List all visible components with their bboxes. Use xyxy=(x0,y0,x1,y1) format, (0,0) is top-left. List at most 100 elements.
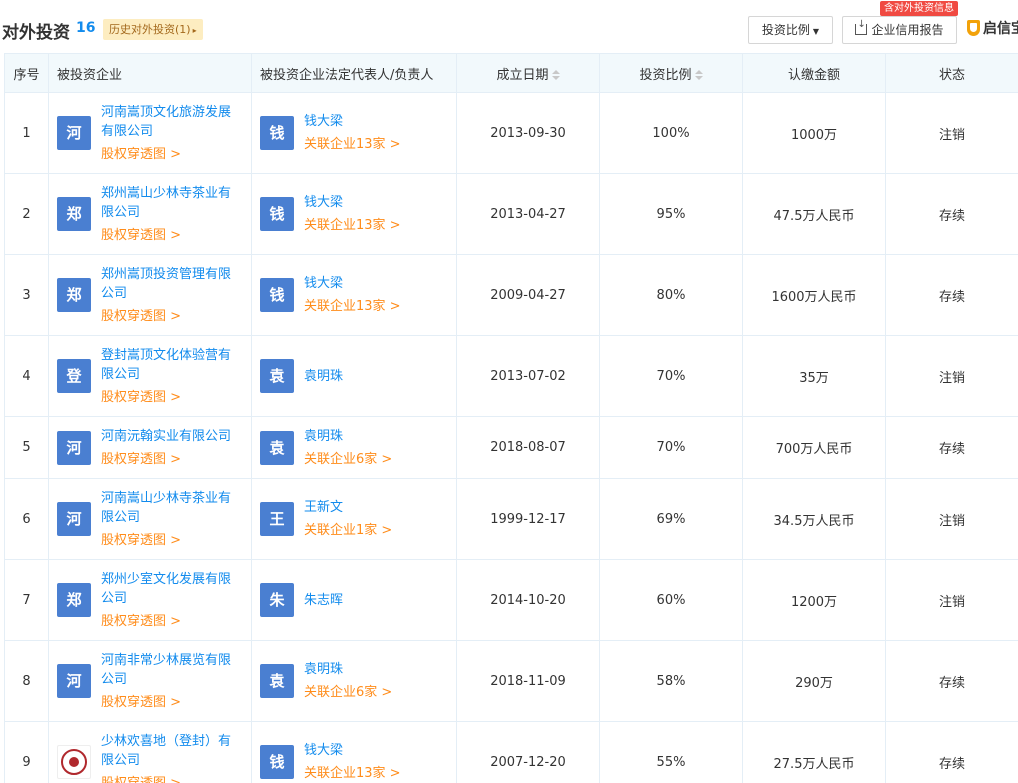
report-badge: 含对外投资信息 xyxy=(880,1,958,16)
row-index: 3 xyxy=(4,254,49,336)
chevron-right-icon: ▸ xyxy=(192,26,197,35)
investment-ratio: 80% xyxy=(599,254,743,336)
person-name-link[interactable]: 钱大梁 xyxy=(304,112,401,131)
person-name-link[interactable]: 袁明珠 xyxy=(304,427,392,446)
subscribed-amount: 290万 xyxy=(742,640,886,722)
equity-chart-link[interactable]: 股权穿透图 > xyxy=(101,450,243,469)
company-name-link[interactable]: 河南嵩顶文化旅游发展有限公司 xyxy=(101,103,243,141)
status-text: 存续 xyxy=(885,721,1018,783)
ratio-sort-dropdown[interactable]: 投资比例 ▼ xyxy=(748,16,833,44)
company-name-link[interactable]: 登封嵩顶文化体验营有限公司 xyxy=(101,346,243,384)
history-investment-tag[interactable]: 历史对外投资(1) ▸ xyxy=(103,19,203,40)
col-ratio-label: 投资比例 xyxy=(639,67,692,83)
col-ratio[interactable]: 投资比例 xyxy=(599,53,743,93)
investment-ratio: 60% xyxy=(599,559,743,641)
qixin-logo[interactable]: 启信宝 xyxy=(967,18,1018,40)
representative-cell: 钱 钱大梁 关联企业13家 > xyxy=(251,721,457,783)
status-text: 注销 xyxy=(885,335,1018,417)
company-logo: 登 xyxy=(57,359,91,393)
subscribed-amount: 1000万 xyxy=(742,92,886,174)
person-avatar: 袁 xyxy=(260,359,294,393)
company-cell: 郑 郑州嵩山少林寺茶业有限公司 股权穿透图 > xyxy=(48,173,252,255)
equity-chart-link[interactable]: 股权穿透图 > xyxy=(101,226,243,245)
credit-report-button[interactable]: 企业信用报告 xyxy=(842,16,957,44)
person-avatar: 钱 xyxy=(260,116,294,150)
equity-chart-link[interactable]: 股权穿透图 > xyxy=(101,693,243,712)
company-name-link[interactable]: 河南沅翰实业有限公司 xyxy=(101,427,243,446)
subscribed-amount: 1600万人民币 xyxy=(742,254,886,336)
equity-chart-link[interactable]: 股权穿透图 > xyxy=(101,307,243,326)
founded-date: 2018-11-09 xyxy=(456,640,600,722)
company-logo: 郑 xyxy=(57,278,91,312)
person-name-link[interactable]: 钱大梁 xyxy=(304,193,401,212)
related-companies-link[interactable]: 关联企业13家 > xyxy=(304,764,401,783)
equity-chart-link[interactable]: 股权穿透图 > xyxy=(101,774,243,783)
row-index: 9 xyxy=(4,721,49,783)
company-name-link[interactable]: 河南嵩山少林寺茶业有限公司 xyxy=(101,489,243,527)
investment-ratio: 100% xyxy=(599,92,743,174)
company-logo: 河 xyxy=(57,430,91,465)
representative-cell: 钱 钱大梁 关联企业13家 > xyxy=(251,173,457,255)
col-amount: 认缴金额 xyxy=(742,53,886,93)
person-avatar: 袁 xyxy=(260,430,294,465)
related-companies-link[interactable]: 关联企业1家 > xyxy=(304,521,392,540)
history-tag-label: 历史对外投资(1) xyxy=(109,23,191,36)
person-name-link[interactable]: 朱志晖 xyxy=(304,591,343,610)
person-avatar: 钱 xyxy=(260,197,294,231)
status-text: 注销 xyxy=(885,478,1018,560)
section-header: 对外投资 16 历史对外投资(1)▸ 投资比例▼ 企业信用报告 含对外投资信息 … xyxy=(0,0,1018,56)
founded-date: 2013-07-02 xyxy=(456,335,600,417)
row-index: 5 xyxy=(4,416,49,479)
col-date[interactable]: 成立日期 xyxy=(456,53,600,93)
seal-icon xyxy=(61,749,87,775)
col-company: 被投资企业 xyxy=(48,53,252,93)
related-companies-link[interactable]: 关联企业6家 > xyxy=(304,450,392,469)
company-cell: 河 河南嵩顶文化旅游发展有限公司 股权穿透图 > xyxy=(48,92,252,174)
equity-chart-link[interactable]: 股权穿透图 > xyxy=(101,145,243,164)
related-companies-link[interactable]: 关联企业13家 > xyxy=(304,216,401,235)
investment-ratio: 55% xyxy=(599,721,743,783)
equity-chart-link[interactable]: 股权穿透图 > xyxy=(101,531,243,550)
related-companies-link[interactable]: 关联企业6家 > xyxy=(304,683,392,702)
equity-chart-link[interactable]: 股权穿透图 > xyxy=(101,612,243,631)
representative-cell: 钱 钱大梁 关联企业13家 > xyxy=(251,254,457,336)
company-name-link[interactable]: 郑州嵩顶投资管理有限公司 xyxy=(101,265,243,303)
representative-cell: 袁 袁明珠 xyxy=(251,335,457,417)
company-cell: 少林欢喜地（登封）有限公司 股权穿透图 > xyxy=(48,721,252,783)
investment-ratio: 69% xyxy=(599,478,743,560)
company-name-link[interactable]: 郑州少室文化发展有限公司 xyxy=(101,570,243,608)
qixin-label: 启信宝 xyxy=(983,21,1018,37)
table-row: 6 河 河南嵩山少林寺茶业有限公司 股权穿透图 > 王 王新文 关联企业1家 >… xyxy=(4,478,1018,560)
founded-date: 2009-04-27 xyxy=(456,254,600,336)
equity-chart-link[interactable]: 股权穿透图 > xyxy=(101,388,243,407)
table-row: 2 郑 郑州嵩山少林寺茶业有限公司 股权穿透图 > 钱 钱大梁 关联企业13家 … xyxy=(4,173,1018,255)
person-name-link[interactable]: 钱大梁 xyxy=(304,741,401,760)
person-name-link[interactable]: 钱大梁 xyxy=(304,274,401,293)
founded-date: 2014-10-20 xyxy=(456,559,600,641)
company-cell: 郑 郑州嵩顶投资管理有限公司 股权穿透图 > xyxy=(48,254,252,336)
company-cell: 郑 郑州少室文化发展有限公司 股权穿透图 > xyxy=(48,559,252,641)
person-name-link[interactable]: 王新文 xyxy=(304,498,392,517)
subscribed-amount: 35万 xyxy=(742,335,886,417)
shield-icon xyxy=(967,20,980,36)
subscribed-amount: 34.5万人民币 xyxy=(742,478,886,560)
status-text: 注销 xyxy=(885,92,1018,174)
table-row: 8 河 河南非常少林展览有限公司 股权穿透图 > 袁 袁明珠 关联企业6家 > … xyxy=(4,640,1018,722)
company-name-link[interactable]: 少林欢喜地（登封）有限公司 xyxy=(101,732,243,770)
sort-icon xyxy=(552,70,560,80)
investment-ratio: 58% xyxy=(599,640,743,722)
subscribed-amount: 1200万 xyxy=(742,559,886,641)
person-name-link[interactable]: 袁明珠 xyxy=(304,367,343,386)
company-logo: 河 xyxy=(57,664,91,698)
person-name-link[interactable]: 袁明珠 xyxy=(304,660,392,679)
company-name-link[interactable]: 河南非常少林展览有限公司 xyxy=(101,651,243,689)
col-date-label: 成立日期 xyxy=(496,67,549,83)
founded-date: 2007-12-20 xyxy=(456,721,600,783)
company-cell: 登 登封嵩顶文化体验营有限公司 股权穿透图 > xyxy=(48,335,252,417)
related-companies-link[interactable]: 关联企业13家 > xyxy=(304,135,401,154)
company-name-link[interactable]: 郑州嵩山少林寺茶业有限公司 xyxy=(101,184,243,222)
related-companies-link[interactable]: 关联企业13家 > xyxy=(304,297,401,316)
row-index: 6 xyxy=(4,478,49,560)
table-header-row: 序号 被投资企业 被投资企业法定代表人/负责人 成立日期 投资比例 认缴金额 状… xyxy=(4,53,1018,93)
company-logo xyxy=(57,745,91,779)
